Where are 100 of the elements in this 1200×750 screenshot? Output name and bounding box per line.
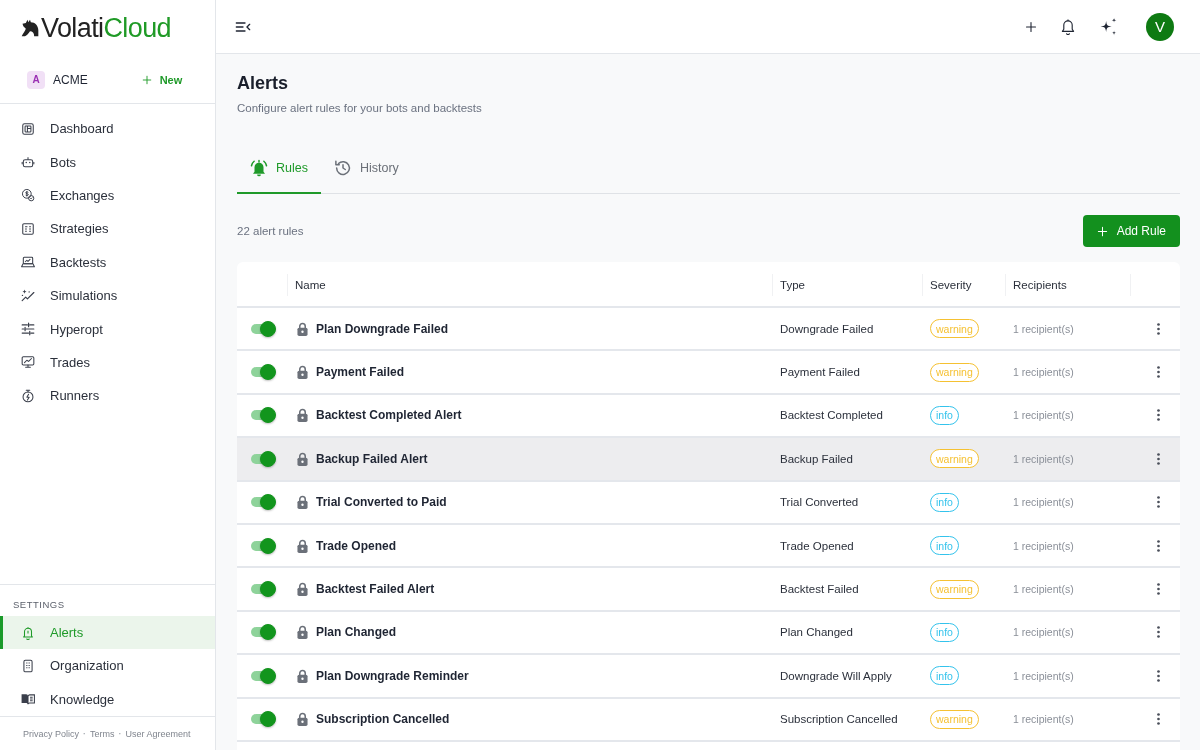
rule-type: Subscription Cancelled	[780, 713, 898, 726]
trend-sparkle-icon	[21, 288, 35, 303]
rule-type: Backtest Completed	[780, 409, 883, 422]
severity-tag: warning	[930, 449, 979, 469]
severity-tag: info	[930, 622, 959, 642]
more-vertical-icon[interactable]	[1157, 539, 1160, 552]
add-rule-button[interactable]: Add Rule	[1082, 215, 1180, 247]
rule-name: Payment Failed	[316, 365, 405, 380]
recipients-count: 1 recipient(s)	[1013, 322, 1074, 335]
footer-link[interactable]: User Agreement	[125, 728, 191, 739]
rule-type: Trade Opened	[780, 539, 854, 552]
plus-icon	[1096, 225, 1108, 237]
notifications-bell-icon[interactable]	[1061, 18, 1075, 35]
sidebar-item[interactable]: Strategies	[0, 212, 215, 246]
more-vertical-icon[interactable]	[1157, 452, 1160, 465]
recipients-count: 1 recipient(s)	[1013, 626, 1074, 639]
new-button[interactable]: New	[141, 73, 183, 86]
toggle-switch[interactable]	[251, 450, 276, 467]
org-avatar: A	[27, 70, 45, 89]
recipients-count: 1 recipient(s)	[1013, 452, 1074, 465]
coin-icon	[21, 188, 35, 203]
footer-link[interactable]: Terms	[90, 728, 115, 739]
sparkles-icon[interactable]	[1099, 17, 1118, 36]
sidebar-item[interactable]: Hyperopt	[0, 312, 215, 346]
history-icon	[333, 158, 352, 177]
rule-name: Trial Converted to Paid	[316, 495, 447, 510]
bell-icon	[250, 158, 268, 177]
footer-separator: ·	[83, 728, 86, 739]
severity-tag: warning	[930, 579, 979, 599]
recipients-count: 1 recipient(s)	[1013, 669, 1074, 682]
sidebar-item[interactable]: Trades	[0, 345, 215, 380]
board-icon	[21, 221, 35, 236]
plus-icon[interactable]	[1025, 20, 1037, 33]
logo-wordmark: VolatiCloud	[41, 13, 171, 43]
toggle-switch[interactable]	[251, 581, 276, 598]
rule-type: Backup Failed	[780, 452, 853, 465]
rule-type: Payment Failed	[780, 366, 860, 379]
severity-tag: info	[930, 405, 959, 425]
footer-link[interactable]: Privacy Policy	[23, 728, 79, 739]
laptop-icon	[21, 255, 35, 270]
page-title: Alerts	[237, 72, 290, 94]
severity-tag: info	[930, 536, 959, 556]
rule-type: Backtest Failed	[780, 583, 859, 596]
more-vertical-icon[interactable]	[1157, 626, 1160, 639]
sliders-icon	[21, 322, 35, 337]
recipients-count: 1 recipient(s)	[1013, 539, 1074, 552]
sidebar-item[interactable]: Dashboard	[0, 112, 215, 146]
rule-name: Plan Changed	[316, 625, 396, 640]
building-icon	[21, 658, 35, 673]
sidebar-item[interactable]: Bots	[0, 145, 215, 179]
recipients-count: 1 recipient(s)	[1013, 583, 1074, 596]
stopwatch-icon	[21, 388, 35, 403]
toggle-switch[interactable]	[251, 624, 276, 641]
toggle-switch[interactable]	[251, 494, 276, 511]
robot-icon	[21, 155, 35, 170]
tab[interactable]: Rules	[237, 143, 321, 194]
rule-name: Subscription Cancelled	[316, 712, 450, 727]
recipients-count: 1 recipient(s)	[1013, 496, 1074, 509]
toggle-switch[interactable]	[251, 537, 276, 554]
rule-name: Trade Opened	[316, 538, 397, 553]
toggle-switch[interactable]	[251, 407, 276, 424]
user-avatar[interactable]: V	[1146, 12, 1174, 41]
section-heading: SETTINGS	[12, 597, 66, 612]
more-vertical-icon[interactable]	[1157, 409, 1160, 422]
tab[interactable]: History	[320, 143, 412, 194]
sidebar-item[interactable]: Runners	[0, 379, 215, 413]
page-subtitle: Configure alert rules for your bots and backtests	[237, 101, 483, 116]
more-vertical-icon[interactable]	[1157, 366, 1160, 379]
severity-tag: warning	[930, 319, 979, 339]
toggle-switch[interactable]	[251, 320, 276, 337]
plus-icon	[141, 74, 152, 85]
more-vertical-icon[interactable]	[1157, 669, 1160, 682]
rule-name: Backtest Completed Alert	[316, 408, 462, 423]
recipients-count: 1 recipient(s)	[1013, 713, 1074, 726]
toggle-switch[interactable]	[251, 711, 276, 728]
rule-count: 22 alert rules	[237, 225, 304, 237]
rule-type: Downgrade Failed	[780, 322, 874, 335]
sidebar-item[interactable]: Knowledge	[0, 682, 215, 716]
rule-type: Trial Converted	[780, 496, 859, 509]
sidebar-item[interactable]: Exchanges	[0, 178, 215, 213]
monitor-chart-icon	[21, 355, 35, 370]
org-name[interactable]: ACME	[53, 72, 88, 87]
more-vertical-icon[interactable]	[1157, 322, 1160, 335]
rule-name: Backup Failed Alert	[316, 451, 428, 466]
toggle-switch[interactable]	[251, 364, 276, 381]
book-icon	[21, 692, 35, 707]
more-vertical-icon[interactable]	[1157, 713, 1160, 726]
severity-tag: warning	[930, 709, 979, 729]
sidebar-item[interactable]: Organization	[0, 649, 215, 683]
rule-name: Backtest Failed Alert	[316, 582, 435, 597]
sidebar-item[interactable]: Backtests	[0, 245, 215, 279]
rule-name: Plan Downgrade Failed	[316, 321, 449, 336]
sidebar-item[interactable]: Simulations	[0, 278, 215, 313]
more-vertical-icon[interactable]	[1157, 583, 1160, 596]
more-vertical-icon[interactable]	[1157, 496, 1160, 509]
table-row[interactable]: Backup Failed Alert Backup Failed warning 1 recipient(s)	[237, 438, 1180, 482]
toggle-switch[interactable]	[251, 667, 276, 684]
rule-name: Plan Downgrade Reminder	[316, 668, 469, 683]
severity-tag: info	[930, 666, 959, 686]
footer-separator: ·	[118, 728, 122, 739]
